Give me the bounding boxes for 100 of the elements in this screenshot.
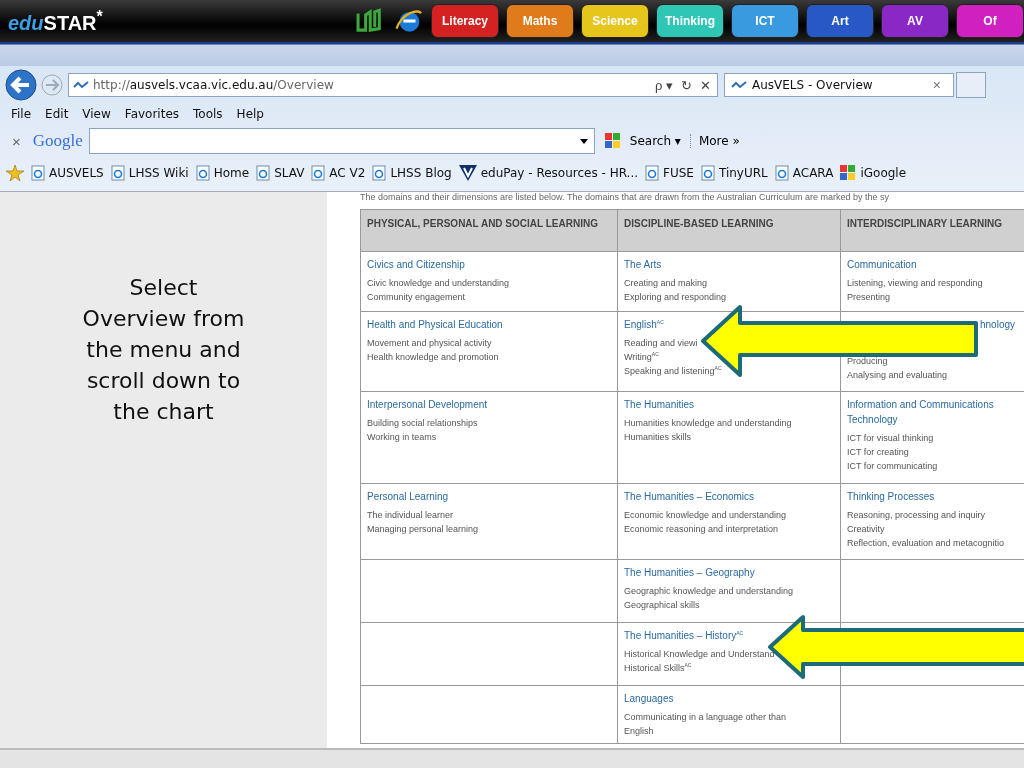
address-button[interactable]: ρ ▾ bbox=[653, 77, 675, 93]
dimension-text: Civic knowledge and understanding bbox=[367, 278, 510, 288]
domain-link[interactable]: Health and Physical Education bbox=[367, 317, 503, 332]
column-header: PHYSICAL, PERSONAL AND SOCIAL LEARNING bbox=[360, 209, 618, 252]
star-icon[interactable] bbox=[6, 165, 24, 181]
dimension-text: Humanities skills bbox=[624, 432, 692, 442]
google-logo: Google bbox=[32, 131, 83, 151]
menu-item[interactable]: Favorites bbox=[117, 107, 187, 121]
domain-link[interactable]: The Humanities – History$^{AC}$ bbox=[624, 628, 744, 643]
address-field[interactable]: http://ausvels.vcaa.vic.edu.au/Overview ρ ▾ ↻ ✕ bbox=[68, 73, 718, 97]
favorite-link[interactable]: AC V2 bbox=[329, 166, 366, 180]
favorite-link[interactable]: SLAV bbox=[274, 166, 305, 180]
favorite-link[interactable]: FUSE bbox=[663, 166, 694, 180]
instruction-text: Select Overview from the menu and scroll down to the chart bbox=[81, 274, 246, 426]
dimension-text: ICT for creating bbox=[847, 447, 909, 457]
dimension-text: Speaking and listening$^{AC}$ bbox=[624, 366, 722, 376]
favorite-link[interactable]: TinyURL bbox=[718, 166, 768, 180]
menu-item[interactable]: Help bbox=[229, 107, 271, 121]
search-button[interactable]: Search ▾ bbox=[626, 134, 684, 148]
dimension-text: Listening, viewing and responding bbox=[847, 278, 983, 288]
domain-link[interactable]: Interpersonal Development bbox=[367, 397, 488, 412]
address-button[interactable]: ↻ bbox=[679, 77, 694, 93]
page-icon bbox=[700, 165, 715, 181]
dimension-text: Geographic knowledge and understanding bbox=[624, 586, 794, 596]
shield-icon bbox=[458, 165, 477, 181]
domain-link[interactable]: The Humanities – Geography bbox=[624, 565, 755, 580]
page-icon bbox=[645, 165, 660, 181]
dimension-text: Humanities knowledge and understanding bbox=[624, 418, 792, 428]
domain-link[interactable]: English$^{AC}$ bbox=[624, 317, 664, 332]
favorite-link[interactable]: ACARA bbox=[792, 166, 834, 180]
dimension-text: Communicating in a language other than English bbox=[624, 712, 787, 736]
browser-tab[interactable]: AusVELS - Overview × bbox=[724, 73, 954, 97]
column-header: INTERDISCIPLINARY LEARNING bbox=[840, 209, 1024, 252]
search-field[interactable] bbox=[88, 128, 595, 154]
dimension-text: Economic knowledge and understanding bbox=[624, 510, 787, 520]
tiles-icon bbox=[840, 165, 857, 181]
site-icon bbox=[731, 80, 747, 90]
edustar-logo: eduSTAR$^{*}$ bbox=[8, 7, 103, 35]
domain-link[interactable]: Information and Communications Technology bbox=[847, 397, 1019, 427]
domain-link[interactable]: Communication bbox=[847, 257, 917, 272]
menu-item[interactable]: View bbox=[75, 107, 118, 121]
subject-tab[interactable]: Of bbox=[956, 4, 1024, 38]
favorite-link[interactable]: LHSS Wiki bbox=[128, 166, 189, 180]
intro-text: The domains and their dimensions are listed below. The domains that are drawn from the Australian Curriculum are marked by the sy bbox=[360, 192, 891, 202]
domain-link[interactable]: Personal Learning bbox=[367, 489, 449, 504]
dimension-text: Producing bbox=[847, 356, 888, 366]
dimension-text: Economic reasoning and interpretation bbox=[624, 524, 779, 534]
close-tab-button[interactable]: × bbox=[926, 76, 947, 94]
subject-tab[interactable]: Art bbox=[806, 4, 874, 38]
favorite-link[interactable]: eduPay - Resources - HR... bbox=[480, 166, 639, 180]
more-button[interactable]: More » bbox=[689, 134, 743, 148]
site-icon bbox=[73, 80, 89, 90]
favorite-link[interactable]: iGoogle bbox=[860, 166, 907, 180]
dimension-text: Reading and viewi bbox=[624, 338, 698, 348]
column-header: DISCIPLINE-BASED LEARNING bbox=[617, 209, 841, 252]
menu-item[interactable]: Edit bbox=[38, 107, 76, 121]
dimension-text: Historical Skills$^{AC}$ bbox=[624, 663, 692, 673]
domain-link[interactable]: The Arts bbox=[624, 257, 662, 272]
subject-tab[interactable]: Literacy bbox=[431, 4, 499, 38]
subject-tab[interactable]: AV bbox=[881, 4, 949, 38]
dimension-text: Community engagement bbox=[367, 292, 466, 302]
favorite-link[interactable]: AUSVELS bbox=[49, 166, 104, 180]
tiles-icon bbox=[604, 133, 621, 149]
domain-link[interactable]: The Humanities – Economics bbox=[624, 489, 755, 504]
dimension-text: Managing personal learning bbox=[367, 524, 479, 534]
address-button[interactable]: ✕ bbox=[698, 77, 713, 93]
domain-link[interactable]: hnology bbox=[980, 317, 1016, 332]
close-toolbar-button[interactable]: × bbox=[6, 131, 27, 151]
dimension-text: Building social relationships bbox=[367, 418, 478, 428]
domain-link[interactable]: Civics and Citizenship bbox=[367, 257, 465, 272]
dimension-text: Writing$^{AC}$ bbox=[624, 352, 659, 362]
page-icon bbox=[110, 165, 125, 181]
dimension-text: Movement and physical activity bbox=[367, 338, 492, 348]
dimension-text: Historical Knowledge and Understand bbox=[624, 649, 775, 659]
dimension-text: Analysing and evaluating bbox=[847, 370, 948, 380]
dimension-text: ICT for visual thinking bbox=[847, 433, 934, 443]
dimension-text: Creativity bbox=[847, 524, 885, 534]
dimension-text: ICT for communicating bbox=[847, 461, 938, 471]
favorite-link[interactable]: LHSS Blog bbox=[390, 166, 452, 180]
dropdown-icon[interactable] bbox=[579, 138, 588, 144]
dimension-text: Presenting bbox=[847, 292, 891, 302]
domain-link[interactable]: The Humanities bbox=[624, 397, 695, 412]
dimension-text: Working in teams bbox=[367, 432, 437, 442]
dimension-text: The individual learner bbox=[367, 510, 454, 520]
page-icon bbox=[31, 165, 45, 181]
dimension-text: Exploring and responding bbox=[624, 292, 727, 302]
page-icon bbox=[774, 165, 789, 181]
dimension-text: Creating and making bbox=[624, 278, 708, 288]
menu-item[interactable]: File bbox=[4, 107, 39, 121]
dimension-text: Reflection, evaluation and metacognitio bbox=[847, 538, 1005, 548]
dimension-text: Health knowledge and promotion bbox=[367, 352, 499, 362]
domain-link[interactable]: Thinking Processes bbox=[847, 489, 935, 504]
menu-item[interactable]: Tools bbox=[186, 107, 230, 121]
back-icon[interactable] bbox=[4, 68, 38, 102]
tab-title: AusVELS - Overview bbox=[752, 78, 873, 92]
domain-link[interactable]: Languages bbox=[624, 691, 674, 706]
favorite-link[interactable]: Home bbox=[213, 166, 250, 180]
page-icon bbox=[311, 165, 326, 181]
dimension-text: Geographical skills bbox=[624, 600, 700, 610]
dimension-text: Reasoning, processing and inquiry bbox=[847, 510, 986, 520]
